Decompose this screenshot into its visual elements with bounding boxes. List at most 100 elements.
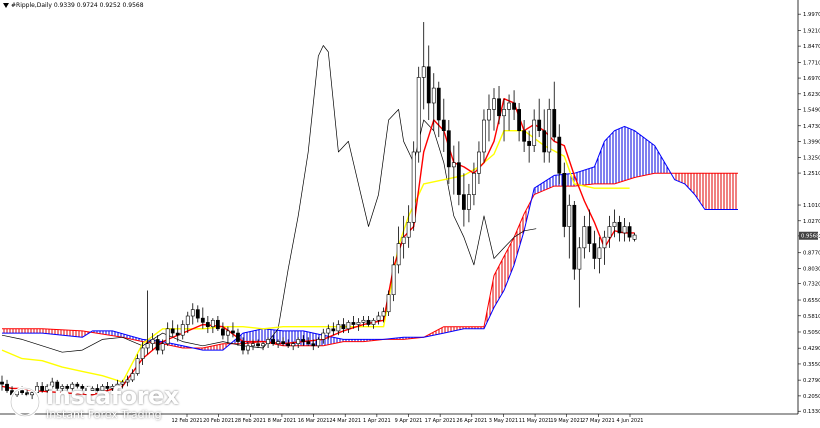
candle-body <box>542 130 547 153</box>
candle-body <box>602 236 607 249</box>
candle-body <box>336 324 341 332</box>
candle-body <box>180 324 185 336</box>
candle-body <box>205 322 210 327</box>
candle-body <box>552 109 557 138</box>
candle-body <box>301 339 306 342</box>
candle-body <box>582 226 587 249</box>
candle-body <box>175 332 180 336</box>
y-tick-label: 0.3550 <box>803 362 820 368</box>
candle-body <box>461 194 466 210</box>
candle-body <box>507 102 511 110</box>
candle-body <box>135 358 140 374</box>
candle-body <box>426 66 431 104</box>
candle-body <box>256 343 260 347</box>
x-tick-label: 3 May 2021 <box>489 418 518 424</box>
candle-body <box>296 339 301 345</box>
candle-body <box>472 172 476 195</box>
candle-body <box>366 319 371 325</box>
y-tick-label: 0.4290 <box>803 346 820 352</box>
candle-body <box>557 136 562 174</box>
candle-body <box>371 319 376 325</box>
candle-body <box>451 162 456 168</box>
candle-body <box>632 234 637 240</box>
candle-body <box>195 309 200 319</box>
candle-body <box>241 341 245 351</box>
y-tick-label: 0.1330 <box>803 409 820 415</box>
candle-body <box>406 221 411 238</box>
candle-body <box>130 373 135 381</box>
y-tick-label: 1.2510 <box>803 171 820 177</box>
y-tick-label: 1.8470 <box>803 44 820 50</box>
candle-body <box>210 319 215 327</box>
candle-body <box>492 98 496 110</box>
candle-body <box>306 341 311 345</box>
candle-body <box>311 343 316 347</box>
candle-body <box>477 151 481 174</box>
y-tick-label: 1.6230 <box>803 92 820 98</box>
candle-body <box>522 130 527 142</box>
candle-body <box>391 264 396 296</box>
y-tick-label: 1.1010 <box>803 203 820 209</box>
candle-body <box>532 119 537 146</box>
candle-body <box>286 343 291 347</box>
candle-body <box>150 339 155 345</box>
candle-body <box>431 87 436 104</box>
candle-body <box>482 119 486 153</box>
x-tick-label: 17 Apr 2021 <box>425 418 456 424</box>
brand-name: instaforex <box>46 382 179 410</box>
x-tick-label: 1 Apr 2021 <box>363 418 391 424</box>
candle-body <box>356 322 361 325</box>
candle-body <box>281 341 286 345</box>
candle-body <box>361 319 366 323</box>
candle-body <box>517 109 522 131</box>
candle-body <box>577 247 582 270</box>
candle-body <box>376 315 381 321</box>
candle-body <box>0 381 4 385</box>
candle-body <box>170 328 175 334</box>
candle-body <box>220 328 225 336</box>
candle-body <box>597 247 602 259</box>
candle-body <box>436 87 441 121</box>
x-tick-label: 19 May 2021 <box>550 418 583 424</box>
candle-body <box>411 151 416 223</box>
candle-body <box>316 339 321 347</box>
y-tick-label: 0.5810 <box>803 314 820 320</box>
candle-body <box>607 226 612 238</box>
candle-body <box>251 343 255 347</box>
candle-body <box>261 343 265 347</box>
candle-body <box>537 119 542 131</box>
x-tick-label: 16 Mar 2021 <box>298 418 330 424</box>
x-tick-label: 8 Mar 2021 <box>268 418 297 424</box>
instaforex-logo: instaforex Instant Forex Trading <box>8 384 179 420</box>
candle-body <box>226 330 230 336</box>
y-tick-label: 1.3250 <box>803 155 820 161</box>
candle-body <box>246 345 250 351</box>
candle-body <box>271 339 276 345</box>
candle-body <box>512 102 516 110</box>
candle-body <box>562 172 567 227</box>
y-tick-label: 1.9210 <box>803 28 820 34</box>
symbol-header: #Ripple,Daily 0.9339 0.9724 0.9252 0.956… <box>3 2 144 9</box>
x-tick-label: 20 Feb 2021 <box>203 418 234 424</box>
candle-body <box>627 226 632 238</box>
candle-body <box>165 328 170 345</box>
x-tick-label: 26 Apr 2021 <box>456 418 487 424</box>
current-price-label: 0.9568 <box>801 234 820 240</box>
x-tick-label: 28 Feb 2021 <box>235 418 266 424</box>
candle-body <box>622 226 627 234</box>
candle-body <box>592 243 597 259</box>
x-tick-label: 11 May 2021 <box>519 418 552 424</box>
candle-body <box>341 324 346 330</box>
candle-body <box>487 109 491 121</box>
y-tick-label: 1.4730 <box>803 124 820 130</box>
candle-body <box>351 322 356 325</box>
candle-body <box>321 332 326 340</box>
y-tick-label: 1.5490 <box>803 108 820 114</box>
y-tick-label: 0.2790 <box>803 378 820 384</box>
candle-body <box>587 226 592 244</box>
candle-body <box>381 311 386 317</box>
candle-body <box>386 294 391 313</box>
candle-body <box>200 317 205 323</box>
candle-body <box>155 339 160 351</box>
candle-body <box>502 109 506 117</box>
